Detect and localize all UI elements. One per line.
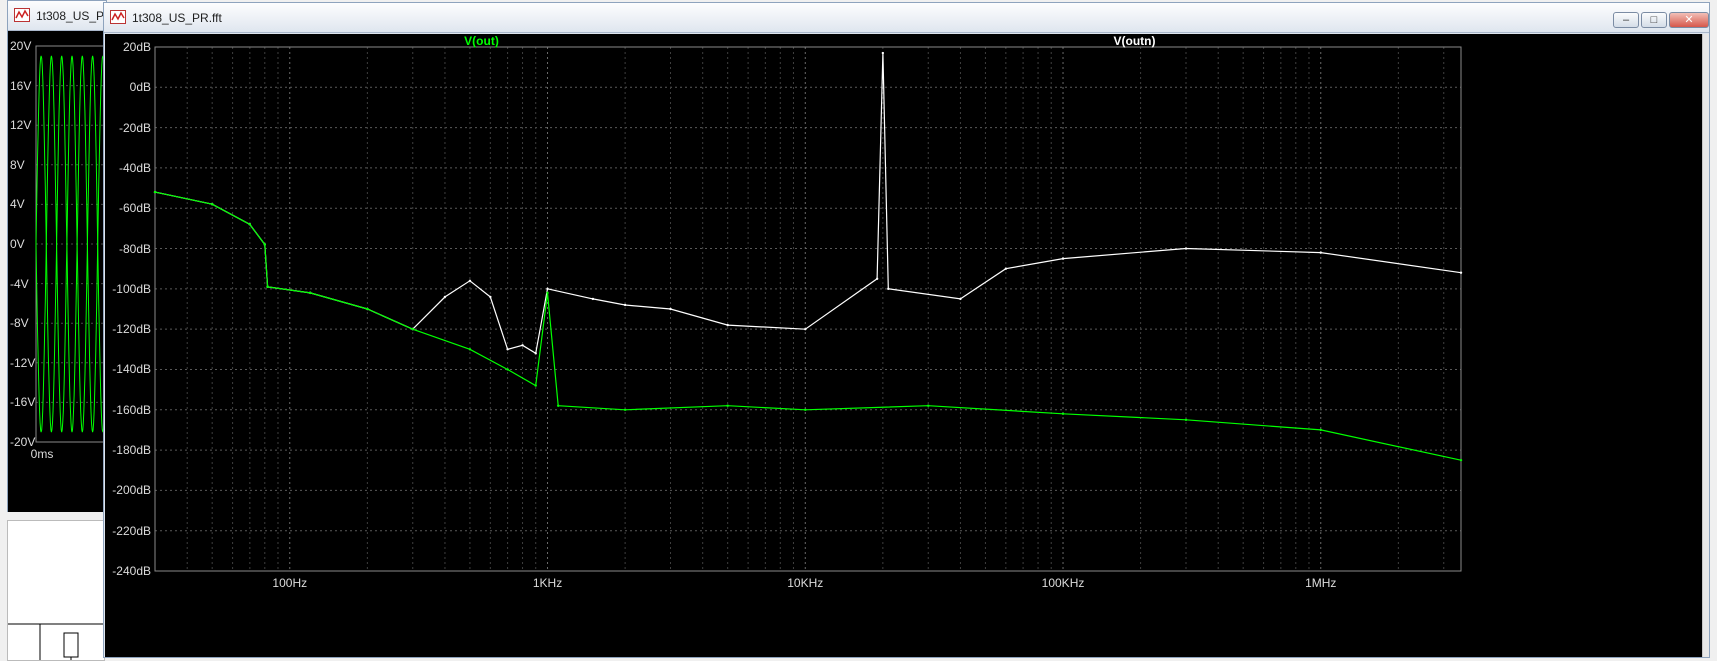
data-point	[959, 297, 962, 301]
data-point	[556, 404, 560, 407]
data-point	[308, 291, 312, 295]
transient-y-tick-label: 0V	[10, 237, 25, 251]
data-point	[887, 287, 890, 291]
transient-y-tick-label: 4V	[10, 197, 25, 212]
data-point	[669, 307, 672, 311]
data-point	[266, 285, 269, 289]
data-point	[623, 303, 627, 307]
data-point	[1184, 247, 1188, 250]
transient-window-titlebar[interactable]: 1t308_US_PR.r	[8, 1, 120, 31]
y-tick-label: -60dB	[118, 201, 151, 216]
y-tick-label: -80dB	[118, 241, 151, 256]
transient-y-tick-label: 8V	[10, 157, 25, 172]
y-tick-label: -240dB	[112, 564, 151, 578]
data-point	[927, 404, 930, 407]
x-tick-label: 1KHz	[532, 576, 563, 590]
data-point	[1061, 412, 1065, 415]
transient-y-tick-label: -12V	[10, 355, 36, 370]
data-point	[534, 352, 537, 355]
fft-grid	[154, 46, 1461, 572]
data-point	[546, 287, 549, 291]
data-point	[248, 223, 252, 226]
fft-plot-svg	[153, 46, 1463, 572]
minimize-button[interactable]: –	[1613, 12, 1639, 28]
transient-x-tick-label: 0ms	[30, 447, 54, 461]
transient-y-tick-label: -16V	[10, 395, 36, 410]
data-point	[623, 408, 627, 411]
y-tick-label: -200dB	[112, 483, 151, 498]
y-tick-label: 20dB	[122, 40, 151, 54]
data-point	[546, 291, 549, 295]
x-tick-label: 100KHz	[1041, 576, 1085, 590]
data-point	[591, 297, 595, 301]
transient-y-tick-label: -4V	[10, 276, 29, 291]
waveform-app-icon	[14, 8, 30, 22]
y-tick-label: -160dB	[112, 402, 151, 417]
waveform-app-icon	[110, 10, 126, 24]
x-tick-label: 1MHz	[1305, 576, 1337, 590]
transient-plot-area[interactable]: 20V 16V 12V 8V 4V 0V -4V -8V -12V -16V -20V 0ms	[8, 31, 108, 512]
series-line-vout	[154, 191, 1462, 461]
data-point	[875, 277, 879, 280]
y-tick-label: 0dB	[129, 80, 151, 95]
y-tick-label: -180dB	[112, 443, 151, 458]
data-point	[443, 295, 447, 299]
data-point	[1459, 458, 1463, 462]
y-tick-label: -140dB	[112, 362, 151, 377]
maximize-button[interactable]: □	[1641, 12, 1667, 28]
y-tick-label: -20dB	[118, 120, 151, 135]
data-point	[804, 408, 807, 411]
data-point	[153, 190, 157, 194]
schematic-fragment	[8, 623, 104, 660]
data-point	[804, 327, 807, 331]
fft-window-titlebar[interactable]: 1t308_US_PR.fft – □ ✕	[104, 3, 1709, 33]
series-line-voutn	[154, 52, 1462, 355]
fft-plot-frame	[154, 46, 1462, 572]
fft-plot-window[interactable]: 1t308_US_PR.fft – □ ✕ 20dB 0dB -20dB -40dB -…	[103, 2, 1710, 658]
x-tick-label: 100Hz	[272, 576, 308, 590]
data-point	[1319, 251, 1322, 254]
data-point	[366, 307, 369, 311]
transient-plot-window[interactable]: 1t308_US_PR.r 20V 16V 12V 8V 4V 0V -4V -8V -12V -…	[7, 0, 120, 512]
data-point	[411, 327, 414, 331]
transient-y-tick-label: 16V	[10, 78, 32, 93]
transient-y-tick-label: -8V	[10, 316, 29, 331]
fft-plot-area[interactable]: 20dB 0dB -20dB -40dB -60dB -80dB -100dB -120dB -…	[105, 34, 1703, 657]
x-tick-label: 10KHz	[787, 576, 824, 590]
trace-label-voutn[interactable]: V(outn)	[1114, 34, 1156, 48]
fft-window-title: 1t308_US_PR.fft	[132, 11, 222, 25]
data-point	[534, 384, 537, 387]
data-point	[726, 323, 729, 327]
data-point	[506, 368, 509, 371]
schematic-area[interactable]	[7, 520, 105, 661]
data-point	[1004, 267, 1008, 270]
data-point	[506, 348, 509, 351]
data-point	[468, 348, 472, 351]
data-point	[726, 404, 729, 407]
vertical-scrollbar[interactable]	[1702, 34, 1709, 657]
transient-y-tick-label: 20V	[10, 39, 32, 53]
trace-label-vout[interactable]: V(out)	[464, 34, 499, 48]
data-point	[1184, 418, 1188, 422]
data-point	[468, 279, 472, 282]
data-point	[1319, 428, 1322, 432]
close-button[interactable]: ✕	[1669, 12, 1709, 28]
data-point	[1061, 257, 1065, 260]
data-point	[489, 295, 492, 299]
data-point	[881, 51, 885, 55]
data-point	[263, 243, 266, 246]
transient-y-tick-label: 12V	[10, 118, 32, 133]
y-tick-label: -100dB	[112, 281, 151, 296]
data-point	[1459, 271, 1463, 274]
y-tick-label: -120dB	[112, 322, 151, 337]
y-tick-label: -40dB	[118, 160, 151, 175]
data-point	[521, 344, 524, 347]
y-tick-label: -220dB	[112, 523, 151, 538]
data-point	[210, 203, 214, 206]
